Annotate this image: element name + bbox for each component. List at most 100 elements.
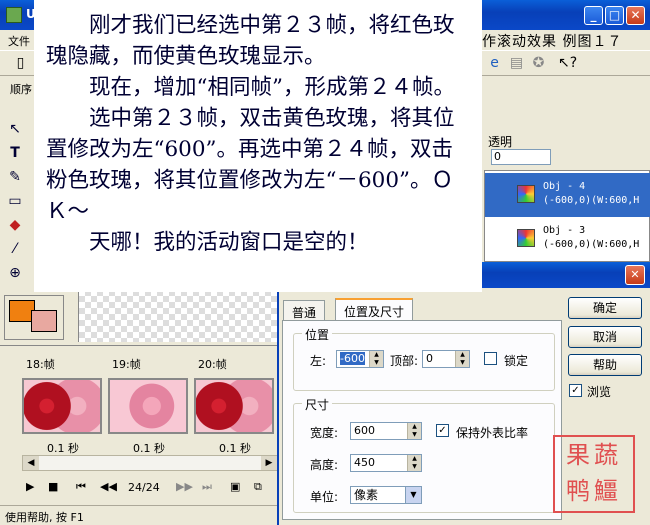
sequence-label: 顺序 <box>10 83 32 96</box>
arrow-tool-icon[interactable]: ↖ <box>4 118 26 140</box>
position-group-title: 位置 <box>302 326 333 343</box>
caption-paragraph: 现在，增加“相同帧”，形成第２４帧。 <box>89 75 455 100</box>
frame-label: 20:帧 <box>198 358 227 371</box>
width-label: 宽度: <box>310 426 339 440</box>
transparency-label: 透明 <box>488 135 513 149</box>
add-frame-icon[interactable]: ▣ <box>230 480 240 493</box>
spin-arrows-icon[interactable]: ▲ ▼ <box>407 455 421 471</box>
spin-arrows-icon[interactable]: ▲ ▼ <box>407 423 421 439</box>
chevron-down-icon[interactable]: ▼ <box>405 487 421 503</box>
scroll-right-icon[interactable]: ▶ <box>261 456 277 470</box>
frames-panel: 18:帧 0.1 秒 19:帧 0.1 秒 20:帧 0.1 秒 ◀ ▶ ▶ ■… <box>0 345 278 505</box>
tab-pane: 位置 左: -600 ▲ ▼ 顶部: 0 ▲ ▼ 锁定 尺寸 宽度: 600 ▲… <box>282 320 562 520</box>
object-name: Obj - 4 <box>543 181 586 192</box>
caption-paragraph: 天哪！我的活动窗口是空的！ <box>89 230 369 255</box>
close-button[interactable]: ✕ <box>626 6 645 25</box>
top-value: 0 <box>426 352 433 365</box>
frame-item[interactable]: 19:帧 0.1 秒 <box>108 356 190 456</box>
app-icon <box>6 7 22 23</box>
help-button[interactable]: 帮助 <box>568 354 642 376</box>
playback-bar: ▶ ■ ⏮ ◀◀ 24/24 ▶▶ ⏭ ▣ ⧉ <box>0 476 278 498</box>
browser-preview-icon[interactable]: e <box>486 55 503 72</box>
object-info: (-600,0)(W:600,H <box>543 195 640 206</box>
minimize-button[interactable]: _ <box>584 6 603 25</box>
eraser-tool-icon[interactable]: ▭ <box>4 190 26 212</box>
menu-title-text: 作滚动效果 例图１７ <box>482 34 623 50</box>
brush-tool-icon[interactable]: ✎ <box>4 166 26 188</box>
next-frame-icon[interactable]: ▶▶ <box>176 480 193 493</box>
frame-counter: 24/24 <box>128 481 160 494</box>
frame-label: 19:帧 <box>112 358 141 371</box>
background-color-swatch[interactable] <box>31 310 57 332</box>
first-frame-icon[interactable]: ⏮ <box>76 480 86 494</box>
fill-tool-icon[interactable]: ◆ <box>4 214 26 236</box>
canvas-area[interactable] <box>78 290 278 342</box>
text-tool-icon[interactable]: T <box>4 142 26 164</box>
spin-arrows-icon[interactable]: ▲ ▼ <box>369 351 383 367</box>
top-label: 顶部: <box>390 354 419 368</box>
keep-ratio-checkbox[interactable]: ✓ <box>436 424 449 437</box>
new-file-icon[interactable]: ▯ <box>12 55 29 72</box>
transparency-input[interactable]: 0 <box>491 149 551 165</box>
object-thumbnail-icon <box>517 185 535 203</box>
export-icon[interactable]: ▤ <box>508 55 525 72</box>
size-group-title: 尺寸 <box>302 396 333 413</box>
context-help-icon[interactable]: ↖? <box>558 55 577 72</box>
frame-delay: 0.1 秒 <box>133 442 165 455</box>
object-item[interactable]: Obj - 4 (-600,0)(W:600,H <box>485 173 650 217</box>
width-value: 600 <box>354 424 375 437</box>
tool-palette: ↖ T ✎ ▭ ◆ ⁄ ⊕ <box>4 118 30 288</box>
left-value: -600 <box>340 352 365 365</box>
zoom-tool-icon[interactable]: ⊕ <box>4 262 26 284</box>
frame-thumbnail <box>194 378 274 434</box>
picker-tool-icon[interactable]: ⁄ <box>4 238 26 260</box>
frame-thumbnail <box>108 378 188 434</box>
unit-value: 像素 <box>354 488 379 502</box>
frame-item[interactable]: 18:帧 0.1 秒 <box>22 356 104 456</box>
unit-label: 单位: <box>310 490 339 504</box>
top-input[interactable]: 0 ▲ ▼ <box>422 350 470 368</box>
lock-checkbox[interactable] <box>484 352 497 365</box>
height-label: 高度: <box>310 458 339 472</box>
frames-scrollbar[interactable]: ◀ ▶ <box>22 455 278 471</box>
frame-delay: 0.1 秒 <box>47 442 79 455</box>
tab-position-size[interactable]: 位置及尺寸 <box>335 298 414 321</box>
cancel-button[interactable]: 取消 <box>568 326 642 348</box>
frame-item[interactable]: 20:帧 0.1 秒 <box>194 356 276 456</box>
lock-label: 锁定 <box>504 354 529 368</box>
object-item[interactable]: Obj - 3 (-600,0)(W:600,H <box>485 217 650 261</box>
spin-arrows-icon[interactable]: ▲ ▼ <box>455 351 469 367</box>
height-input[interactable]: 450 ▲ ▼ <box>350 454 422 472</box>
browse-checkbox[interactable]: ✓ <box>569 384 582 397</box>
tab-general[interactable]: 普通 <box>283 300 326 320</box>
position-group: 位置 左: -600 ▲ ▼ 顶部: 0 ▲ ▼ 锁定 <box>293 326 555 391</box>
play-icon[interactable]: ▶ <box>26 480 34 493</box>
last-frame-icon[interactable]: ⏭ <box>202 480 212 494</box>
menu-file[interactable]: 文件 <box>8 33 30 49</box>
previous-frame-icon[interactable]: ◀◀ <box>100 480 117 493</box>
stop-icon[interactable]: ■ <box>48 480 58 493</box>
size-group: 尺寸 宽度: 600 ▲ ▼ ✓ 保持外表比率 高度: 450 ▲ ▼ 单位: 像素… <box>293 396 555 513</box>
object-list: Obj - 4 (-600,0)(W:600,H Obj - 3 (-600,0… <box>484 170 650 262</box>
frame-delay: 0.1 秒 <box>219 442 251 455</box>
left-label: 左: <box>310 354 327 368</box>
height-value: 450 <box>354 456 375 469</box>
duplicate-frame-icon[interactable]: ⧉ <box>254 480 262 494</box>
seal-stamp: 果蔬 鸭䲔 <box>553 435 635 513</box>
width-input[interactable]: 600 ▲ ▼ <box>350 422 422 440</box>
keep-ratio-label: 保持外表比率 <box>456 426 529 440</box>
left-input[interactable]: -600 ▲ ▼ <box>336 350 384 368</box>
status-text: 使用帮助, 按 F1 <box>5 511 84 524</box>
app-window: U _ □ ✕ 文件 作滚动效果 例图１７ ▯ e ▤ ✪ ↖? 顺序 ↖ T … <box>0 0 650 525</box>
wizard-icon[interactable]: ✪ <box>530 55 547 72</box>
object-info: (-600,0)(W:600,H <box>543 239 640 250</box>
unit-select[interactable]: 像素 ▼ <box>350 486 422 504</box>
scroll-left-icon[interactable]: ◀ <box>23 456 39 470</box>
object-thumbnail-icon <box>517 229 535 247</box>
tutorial-caption: 刚才我们已经选中第２３帧，将红色玫瑰隐藏，而使黄色玫瑰显示。 现在，增加“相同帧… <box>34 0 482 292</box>
object-name: Obj - 3 <box>543 225 586 236</box>
dialog-close-button[interactable]: ✕ <box>625 265 645 285</box>
maximize-button[interactable]: □ <box>605 6 624 25</box>
ok-button[interactable]: 确定 <box>568 297 642 319</box>
caption-paragraph: 刚才我们已经选中第２３帧，将红色玫瑰隐藏，而使黄色玫瑰显示。 <box>46 13 455 69</box>
